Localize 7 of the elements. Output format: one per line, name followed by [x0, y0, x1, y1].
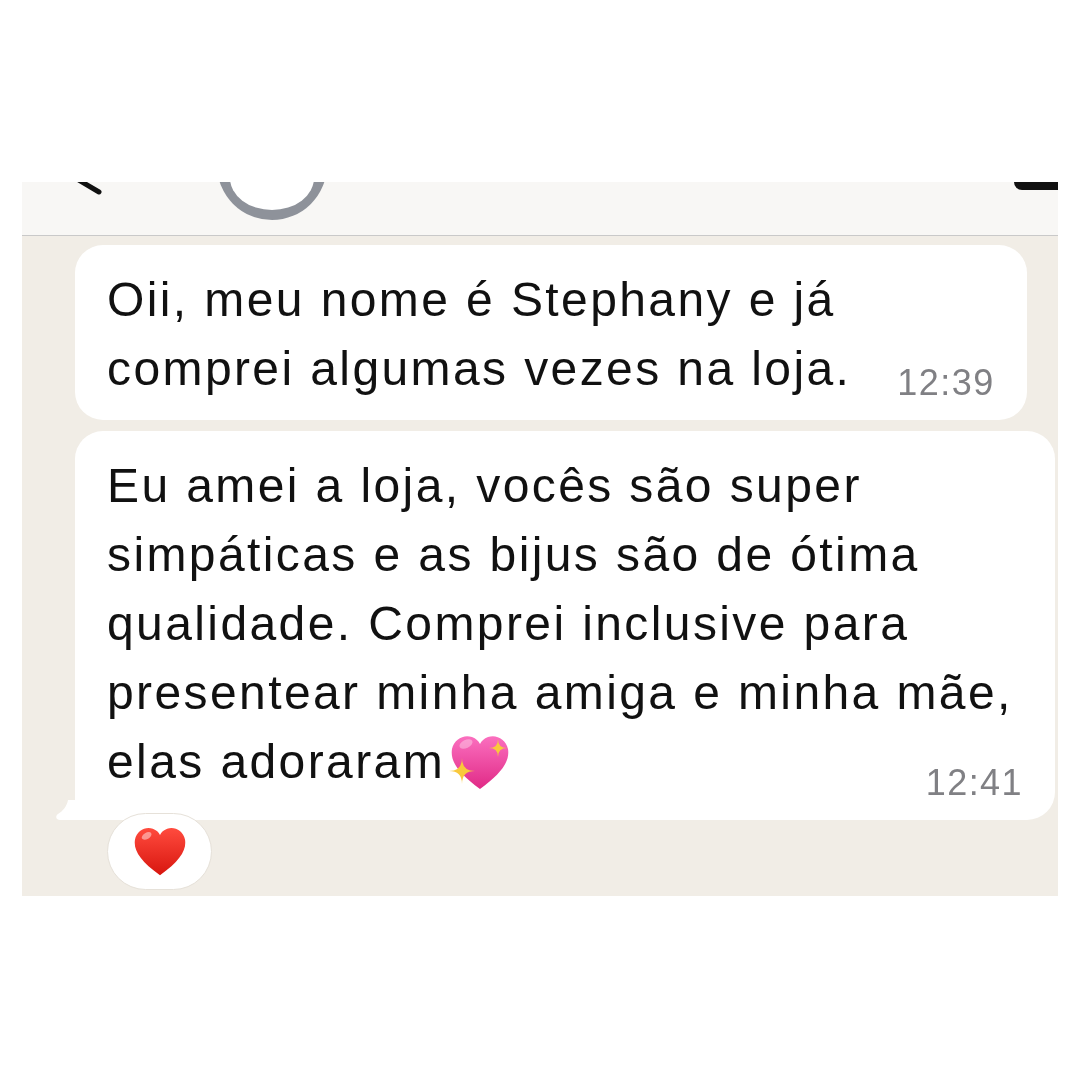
message-time: 12:41 — [925, 762, 1023, 803]
heart-icon — [132, 826, 187, 877]
avatar-icon[interactable] — [217, 182, 327, 220]
message-time: 12:39 — [897, 362, 995, 403]
message-text: elas adoraram — [107, 734, 446, 790]
camera-icon[interactable] — [1012, 182, 1058, 191]
message-text: Oii, meu nome é Stephany e já comprei algumas vezes na loja. — [107, 272, 852, 397]
